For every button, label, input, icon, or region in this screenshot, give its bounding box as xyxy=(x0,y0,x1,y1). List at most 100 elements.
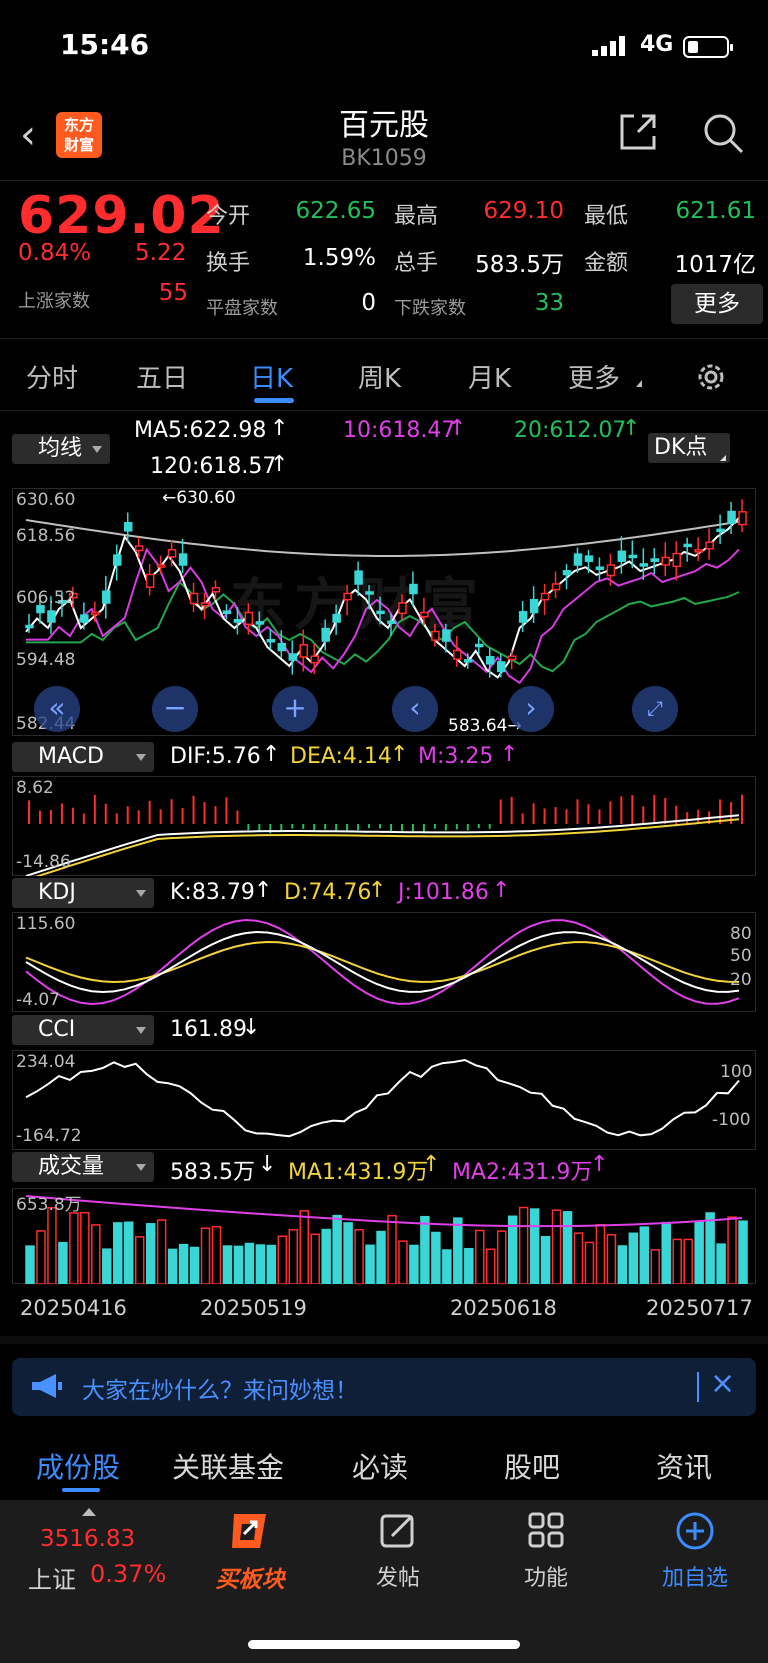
index-change[interactable]: 0.37% xyxy=(90,1560,166,1588)
dea-value: DEA:4.14 xyxy=(290,744,392,769)
more-button[interactable]: 更多 xyxy=(671,284,763,324)
tab-underline xyxy=(254,398,294,403)
tab-constituents[interactable]: 成份股 xyxy=(36,1446,120,1486)
volume-selector-label: 成交量 xyxy=(38,1154,105,1179)
macd-axis-bottom: -14.86 xyxy=(16,852,71,872)
tab-must-read[interactable]: 必读 xyxy=(352,1446,408,1486)
nav-buy-sector[interactable]: 买板块 xyxy=(210,1560,290,1594)
ma120-value: 120:618.57 xyxy=(150,454,277,479)
volume-axis-top: 653.8万 xyxy=(16,1195,82,1215)
volume-bar xyxy=(288,1229,299,1284)
search-icon[interactable] xyxy=(702,112,746,156)
zoom-out-icon[interactable]: − xyxy=(152,686,198,732)
fullscreen-icon[interactable]: ⤢ xyxy=(632,686,678,732)
tab-fenshi[interactable]: 分时 xyxy=(26,358,78,395)
candle-body xyxy=(628,554,638,559)
volume-selector[interactable]: 成交量 xyxy=(12,1152,154,1182)
tab-daily-k[interactable]: 日K xyxy=(250,358,293,395)
arrow-up-icon: ↑ xyxy=(368,878,387,903)
candle-body xyxy=(343,592,352,601)
tab-weekly-k[interactable]: 周K xyxy=(358,358,401,395)
cci-chart xyxy=(25,1058,740,1138)
volume-bar xyxy=(200,1227,211,1284)
index-name[interactable]: 上证 xyxy=(28,1560,76,1595)
kdj-selector[interactable]: KDJ xyxy=(12,878,154,908)
candle-body xyxy=(475,643,484,648)
candle-body xyxy=(584,555,594,562)
home-indicator xyxy=(248,1640,520,1649)
d-line xyxy=(25,940,740,984)
expand-up-icon[interactable] xyxy=(82,1508,96,1516)
nav-features[interactable]: 功能 xyxy=(506,1560,586,1592)
candle-body xyxy=(409,583,418,595)
divider xyxy=(0,338,768,339)
zoom-in-icon[interactable]: + xyxy=(272,686,318,732)
step-left-icon[interactable]: ‹ xyxy=(392,686,438,732)
apps-grid-icon[interactable] xyxy=(526,1510,566,1550)
cci-level-minus100: -100 xyxy=(712,1110,751,1130)
step-right-icon[interactable]: › xyxy=(508,686,554,732)
candle-body xyxy=(200,602,210,607)
vol-ma2-value: MA2:431.9万 xyxy=(452,1160,593,1185)
tab-monthly-k[interactable]: 月K xyxy=(468,358,511,395)
close-icon[interactable]: × xyxy=(710,1366,735,1401)
date-label: 20250618 xyxy=(450,1296,557,1320)
volume-bar xyxy=(475,1229,485,1284)
volume-bar xyxy=(365,1244,375,1284)
macd-selector[interactable]: MACD xyxy=(12,742,154,772)
volume-bar xyxy=(518,1206,529,1284)
tab-wuri[interactable]: 五日 xyxy=(136,358,188,395)
nav-post[interactable]: 发帖 xyxy=(358,1560,438,1592)
volume-bar xyxy=(431,1231,441,1284)
up-count: 55 xyxy=(158,280,188,306)
candle-body xyxy=(694,549,703,553)
candle-body xyxy=(716,528,725,533)
ma-selector[interactable]: 均线 xyxy=(12,434,110,464)
volume-bar xyxy=(672,1238,682,1284)
arrow-up-icon: ↑ xyxy=(448,416,467,441)
tab-forum[interactable]: 股吧 xyxy=(504,1446,560,1486)
m-value: M:3.25 xyxy=(418,744,494,769)
candle-body xyxy=(288,653,298,661)
nav-add-watchlist[interactable]: 加自选 xyxy=(648,1560,742,1592)
signal-icon xyxy=(592,36,625,56)
candle-body xyxy=(167,549,177,558)
tab-news[interactable]: 资讯 xyxy=(656,1446,712,1486)
volume-bar xyxy=(332,1214,342,1284)
macd-chart xyxy=(25,794,744,876)
date-label: 20250416 xyxy=(20,1296,127,1320)
arrow-up-icon: ↑ xyxy=(254,878,273,903)
volume-bar xyxy=(496,1230,507,1284)
candle-body xyxy=(453,649,462,660)
ask-ai-text[interactable]: 大家在炒什么？来问妙想！ xyxy=(82,1371,358,1405)
tab-more[interactable]: 更多 xyxy=(568,358,620,395)
volume-bar xyxy=(716,1243,726,1284)
scroll-left-icon[interactable]: « xyxy=(34,686,80,732)
volume-bar xyxy=(628,1232,639,1284)
volume-bar xyxy=(683,1238,693,1284)
dk-point-button[interactable]: DK点 xyxy=(648,433,730,463)
volume-bar xyxy=(562,1211,573,1284)
flat-count: 0 xyxy=(361,290,376,316)
candle-body xyxy=(134,545,144,552)
volume-bar xyxy=(91,1224,101,1284)
share-icon[interactable] xyxy=(618,112,658,152)
settings-gear-icon[interactable] xyxy=(694,360,728,394)
index-value[interactable]: 3516.83 xyxy=(40,1526,135,1552)
candle-body xyxy=(321,627,330,642)
add-watchlist-icon[interactable] xyxy=(674,1510,716,1552)
volume-bar xyxy=(573,1232,584,1284)
cci-selector[interactable]: CCI xyxy=(12,1015,154,1045)
candle-body xyxy=(573,553,583,566)
date-label: 20250717 xyxy=(646,1296,753,1320)
volume-bar xyxy=(738,1220,748,1284)
candle-body xyxy=(244,611,254,626)
candle-body xyxy=(562,570,572,576)
compose-icon[interactable] xyxy=(378,1510,418,1550)
buy-sector-icon[interactable] xyxy=(226,1510,274,1552)
candle-body xyxy=(310,655,319,664)
dropdown-icon xyxy=(92,446,102,453)
arrow-up-icon: ↑ xyxy=(492,878,511,903)
candle-body xyxy=(738,511,747,526)
tab-related-funds[interactable]: 关联基金 xyxy=(172,1446,284,1486)
